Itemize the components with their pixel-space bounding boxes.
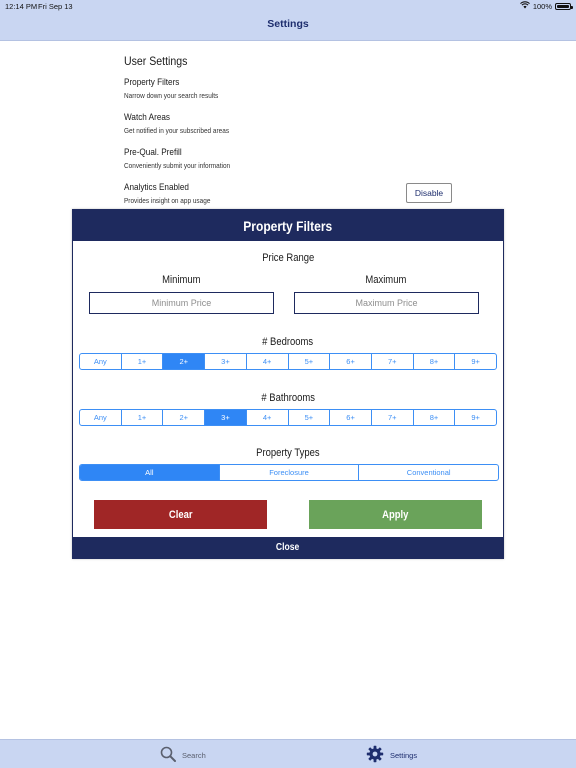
setting-analytics-subtitle: Provides insight on app usage: [124, 196, 211, 205]
tab-settings-label: Settings: [390, 750, 418, 760]
modal-title: Property Filters: [243, 217, 333, 234]
status-date: Fri Sep 13: [38, 2, 73, 11]
setting-prequal-prefill[interactable]: Pre-Qual. Prefill: [124, 147, 182, 158]
price-range-title: Price Range: [261, 252, 315, 264]
setting-property-filters[interactable]: Property Filters: [124, 77, 179, 88]
bedrooms-option[interactable]: 6+: [329, 354, 371, 369]
bathrooms-option[interactable]: 4+: [245, 410, 288, 425]
search-icon: [160, 746, 176, 764]
page-title: Settings: [267, 18, 309, 30]
bathrooms-option[interactable]: 2+: [162, 410, 204, 425]
navigation-bar: 12:14 PM Fri Sep 13 100% Settings: [0, 0, 576, 41]
bathrooms-option[interactable]: 8+: [412, 410, 455, 425]
setting-analytics-enabled: Analytics Enabled: [124, 182, 189, 193]
property-types-selector: All Foreclosure Conventional: [79, 464, 499, 481]
minimum-label: Minimum: [161, 274, 201, 286]
property-types-title: Property Types: [256, 447, 320, 459]
clear-button[interactable]: Clear: [94, 500, 267, 529]
property-type-option[interactable]: All: [80, 465, 219, 480]
bathrooms-option[interactable]: 6+: [329, 410, 371, 425]
status-indicators: 100%: [519, 1, 573, 11]
setting-watch-areas[interactable]: Watch Areas: [124, 112, 170, 123]
close-button[interactable]: Close: [73, 537, 503, 558]
bedrooms-option[interactable]: Any: [80, 354, 121, 369]
status-time: 12:14 PM: [5, 2, 38, 11]
wifi-icon: [519, 1, 530, 11]
setting-property-filters-subtitle: Narrow down your search results: [124, 91, 219, 100]
bathrooms-title: # Bathrooms: [261, 392, 315, 404]
battery-percent: 100%: [532, 1, 552, 11]
apply-button[interactable]: Apply: [309, 500, 482, 529]
bedrooms-option[interactable]: 7+: [370, 354, 413, 369]
bedrooms-option[interactable]: 2+: [162, 354, 205, 369]
bedrooms-option[interactable]: 1+: [120, 354, 163, 369]
bedrooms-selector: Any 1+ 2+ 3+ 4+ 5+ 6+ 7+ 8+ 9+: [79, 353, 497, 370]
bedrooms-option[interactable]: 8+: [412, 354, 455, 369]
tab-settings[interactable]: Settings: [366, 745, 417, 765]
bathrooms-option[interactable]: 5+: [287, 410, 330, 425]
bathrooms-option[interactable]: 7+: [370, 410, 413, 425]
bedrooms-option[interactable]: 3+: [204, 354, 246, 369]
user-settings-heading: User Settings: [124, 54, 188, 68]
bathrooms-option[interactable]: Any: [80, 410, 121, 425]
disable-analytics-button[interactable]: Disable: [406, 183, 452, 203]
tab-search[interactable]: Search: [160, 745, 206, 765]
bedrooms-title: # Bedrooms: [262, 336, 314, 348]
modal-header: Property Filters: [73, 210, 503, 241]
setting-prequal-prefill-subtitle: Conveniently submit your information: [124, 161, 231, 170]
property-filters-modal: Property Filters Price Range Minimum Max…: [72, 209, 504, 559]
property-type-option[interactable]: Conventional: [358, 465, 498, 480]
maximum-price-input[interactable]: [294, 292, 479, 314]
bathrooms-option[interactable]: 9+: [454, 410, 496, 425]
bathrooms-option[interactable]: 3+: [204, 410, 246, 425]
bathrooms-option[interactable]: 1+: [120, 410, 163, 425]
minimum-price-input[interactable]: [89, 292, 274, 314]
bedrooms-option[interactable]: 5+: [287, 354, 330, 369]
bedrooms-option[interactable]: 4+: [245, 354, 288, 369]
maximum-label: Maximum: [365, 274, 407, 286]
tab-search-label: Search: [182, 750, 206, 760]
tab-bar: Search Settings: [0, 739, 576, 768]
bedrooms-option[interactable]: 9+: [454, 354, 496, 369]
setting-watch-areas-subtitle: Get notified in your subscribed areas: [124, 126, 230, 135]
battery-icon: [555, 2, 573, 10]
property-type-option[interactable]: Foreclosure: [218, 465, 359, 480]
gear-icon: [366, 745, 384, 765]
bathrooms-selector: Any 1+ 2+ 3+ 4+ 5+ 6+ 7+ 8+ 9+: [79, 409, 497, 426]
